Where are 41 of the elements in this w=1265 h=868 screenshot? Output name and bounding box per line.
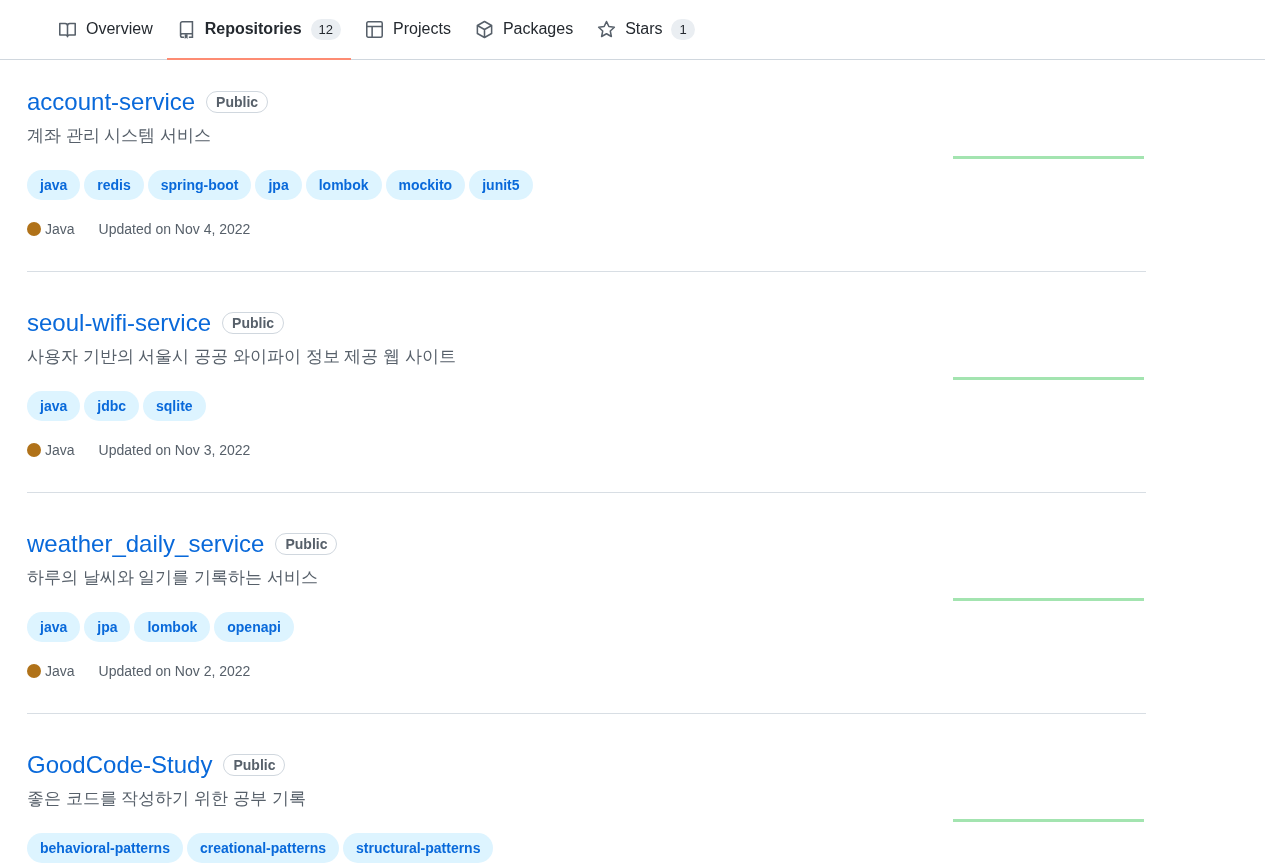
- topic-tag[interactable]: jpa: [255, 170, 302, 200]
- topic-tag[interactable]: java: [27, 391, 81, 421]
- repo-link[interactable]: GoodCode-Study: [27, 751, 213, 779]
- tab[interactable]: Overview: [48, 0, 163, 60]
- topic-tag[interactable]: redis: [84, 170, 144, 200]
- repo-link[interactable]: weather_daily_service: [27, 530, 265, 558]
- topic-tag[interactable]: lombok: [305, 170, 382, 200]
- tab[interactable]: Stars 1: [587, 0, 705, 60]
- repo-description: 사용자 기반의 서울시 공공 와이파이 정보 제공 웹 사이트: [27, 346, 457, 368]
- topic-tag[interactable]: spring-boot: [147, 170, 252, 200]
- topic-tag[interactable]: creational-patterns: [186, 833, 339, 863]
- repo-link[interactable]: account-service: [27, 88, 196, 116]
- topic-tag[interactable]: junit5: [469, 170, 533, 200]
- updated-date: Updated on Nov 3, 2022: [98, 441, 251, 460]
- language-name: Java: [45, 662, 75, 681]
- table-icon: [365, 19, 385, 39]
- tab[interactable]: Packages: [464, 0, 584, 60]
- topic-tag[interactable]: mockito: [385, 170, 466, 200]
- repo-link[interactable]: seoul-wifi-service: [27, 309, 212, 337]
- topic-tag[interactable]: java: [27, 612, 81, 642]
- topic-tag[interactable]: sqlite: [143, 391, 206, 421]
- tab[interactable]: Repositories 12: [166, 0, 352, 60]
- topic-tag[interactable]: java: [27, 170, 81, 200]
- count-badge: 1: [671, 18, 695, 40]
- language-name: Java: [45, 220, 75, 239]
- repo-description: 좋은 코드를 작성하기 위한 공부 기록: [27, 788, 307, 810]
- updated-date: Updated on Nov 2, 2022: [98, 662, 251, 681]
- updated-date: Updated on Nov 4, 2022: [98, 220, 251, 239]
- repo-description: 하루의 날씨와 일기를 기록하는 서비스: [27, 567, 319, 589]
- topic-tag[interactable]: openapi: [214, 612, 294, 642]
- topic-tag[interactable]: structural-patterns: [343, 833, 494, 863]
- tab[interactable]: Projects: [355, 0, 461, 60]
- repo-description: 계좌 관리 시스템 서비스: [27, 125, 213, 147]
- cube-icon: [474, 19, 494, 39]
- count-badge: 12: [310, 18, 342, 40]
- topic-tag[interactable]: behavioral-patterns: [27, 833, 183, 863]
- star-icon: [597, 19, 617, 39]
- language-name: Java: [45, 441, 75, 460]
- topic-tag[interactable]: jpa: [84, 612, 131, 642]
- topic-tag[interactable]: lombok: [134, 612, 211, 642]
- topic-tag[interactable]: jdbc: [84, 391, 140, 421]
